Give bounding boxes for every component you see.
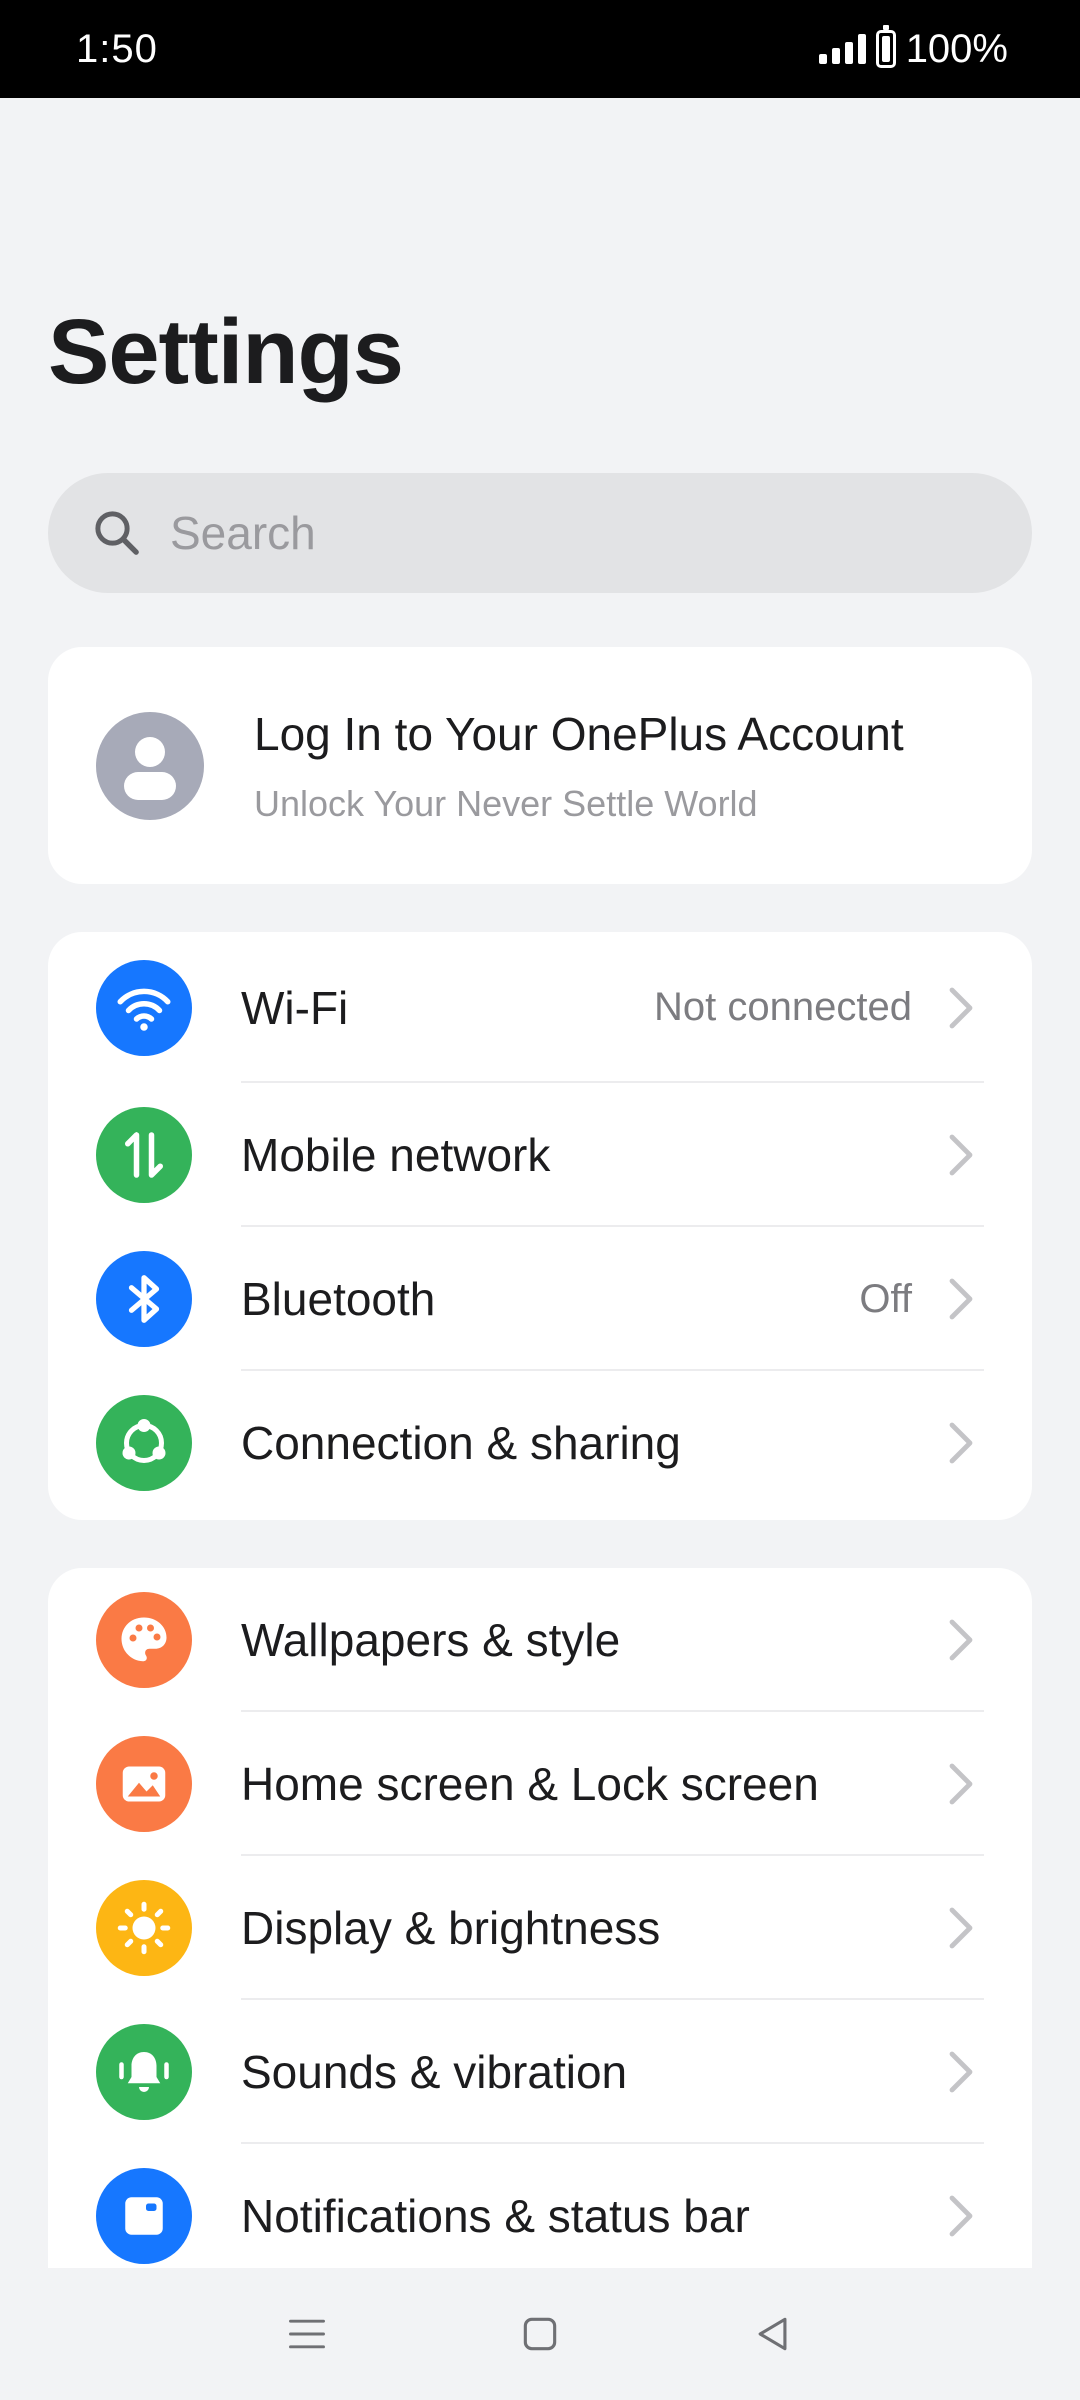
settings-item-label: Notifications & status bar bbox=[241, 2190, 750, 2242]
wifi-status: Not connected bbox=[654, 985, 912, 1029]
battery-icon bbox=[875, 25, 896, 68]
chevron-right-icon bbox=[949, 1907, 973, 1949]
settings-item-home-lock-screen[interactable]: Home screen & Lock screen bbox=[48, 1712, 1032, 1856]
chevron-right-icon bbox=[949, 2051, 973, 2093]
bluetooth-icon bbox=[96, 1251, 192, 1347]
settings-item-label: Bluetooth bbox=[241, 1273, 436, 1325]
settings-item-label: Connection & sharing bbox=[241, 1417, 681, 1469]
navigation-bar bbox=[0, 2268, 1080, 2400]
sun-icon bbox=[96, 1880, 192, 1976]
personalization-group: Wallpapers & style Home screen & Lock sc… bbox=[48, 1568, 1032, 2268]
search-bar[interactable] bbox=[48, 473, 1032, 593]
chevron-right-icon bbox=[949, 2195, 973, 2237]
page-title: Settings bbox=[48, 301, 404, 403]
settings-item-wallpapers-style[interactable]: Wallpapers & style bbox=[48, 1568, 1032, 1712]
chevron-right-icon bbox=[949, 1422, 973, 1464]
battery-percent: 100% bbox=[905, 26, 1008, 71]
chevron-right-icon bbox=[949, 1278, 973, 1320]
settings-item-label: Display & brightness bbox=[241, 1902, 661, 1954]
settings-item-label: Mobile network bbox=[241, 1129, 551, 1181]
account-title: Log In to Your OnePlus Account bbox=[254, 707, 904, 760]
status-time: 1:50 bbox=[76, 26, 158, 71]
settings-item-label: Home screen & Lock screen bbox=[241, 1758, 819, 1810]
chevron-right-icon bbox=[949, 1763, 973, 1805]
status-indicators: 100% bbox=[818, 25, 1008, 72]
image-icon bbox=[96, 1736, 192, 1832]
account-subtitle: Unlock Your Never Settle World bbox=[254, 782, 758, 824]
settings-item-notifications-status-bar[interactable]: Notifications & status bar bbox=[48, 2144, 1032, 2268]
back-icon[interactable] bbox=[751, 2312, 795, 2356]
settings-item-sounds-vibration[interactable]: Sounds & vibration bbox=[48, 2000, 1032, 2144]
wifi-icon bbox=[96, 959, 192, 1056]
search-input[interactable] bbox=[170, 506, 990, 560]
settings-item-connection-sharing[interactable]: Connection & sharing bbox=[48, 1371, 1032, 1515]
menu-icon[interactable] bbox=[285, 2312, 329, 2356]
chevron-right-icon bbox=[949, 987, 973, 1028]
signal-icon bbox=[818, 34, 866, 64]
palette-icon bbox=[96, 1592, 192, 1688]
settings-item-mobile-network[interactable]: Mobile network bbox=[48, 1083, 1032, 1227]
settings-item-display-brightness[interactable]: Display & brightness bbox=[48, 1856, 1032, 2000]
mobile-data-icon bbox=[96, 1107, 192, 1203]
settings-item-label: Wallpapers & style bbox=[241, 1614, 621, 1666]
notification-icon bbox=[96, 2168, 192, 2264]
share-icon bbox=[96, 1395, 192, 1491]
account-login-card[interactable]: Log In to Your OnePlus Account Unlock Yo… bbox=[48, 647, 1032, 884]
chevron-right-icon bbox=[949, 1134, 973, 1176]
settings-item-label: Sounds & vibration bbox=[241, 2046, 628, 2098]
chevron-right-icon bbox=[949, 1619, 973, 1661]
home-icon[interactable] bbox=[518, 2312, 562, 2356]
user-icon bbox=[124, 736, 176, 800]
avatar bbox=[96, 711, 204, 820]
bluetooth-status: Off bbox=[859, 1276, 912, 1321]
status-bar: 1:50 100% bbox=[0, 0, 1080, 98]
bell-icon bbox=[96, 2024, 192, 2120]
settings-item-label: Wi-Fi bbox=[241, 981, 349, 1034]
connectivity-group: Wi-Fi Not connected Mobile network Bluet… bbox=[48, 932, 1032, 1520]
settings-item-bluetooth[interactable]: Bluetooth Off bbox=[48, 1227, 1032, 1371]
search-icon bbox=[95, 511, 139, 555]
settings-item-wifi[interactable]: Wi-Fi Not connected bbox=[48, 932, 1032, 1083]
